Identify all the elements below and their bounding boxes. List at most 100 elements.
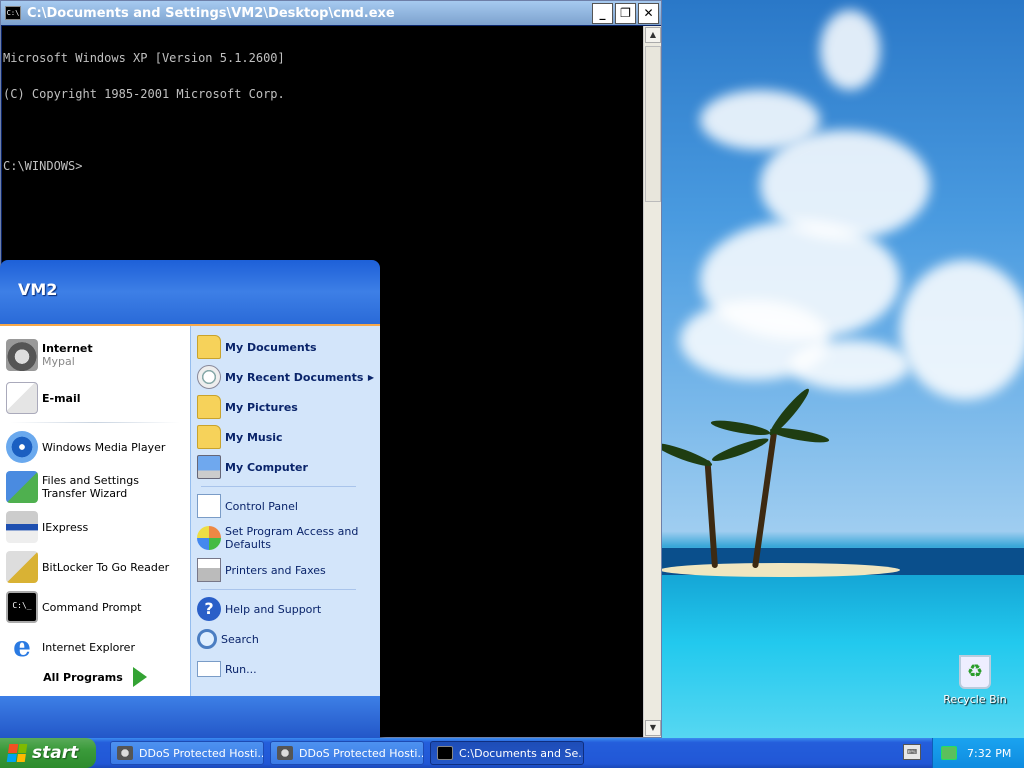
folder-icon: [197, 335, 221, 359]
iexpress-icon: [6, 511, 38, 543]
start-menu-header: VM2: [0, 260, 380, 324]
system-program-access[interactable]: Set Program Access and Defaults: [191, 521, 380, 555]
keyboard-icon[interactable]: ⌨: [903, 744, 921, 760]
pinned-item-internet[interactable]: Internet Mypal: [0, 332, 190, 378]
item-label: Search: [221, 632, 259, 646]
task-label: DDoS Protected Hosti...: [299, 746, 424, 760]
item-label: Printers and Faxes: [225, 563, 326, 577]
item-label: E-mail: [42, 391, 81, 405]
system-tray: 7:32 PM: [932, 738, 1024, 768]
island: [660, 563, 900, 577]
scroll-thumb[interactable]: [645, 46, 661, 202]
item-label: Run...: [225, 662, 257, 676]
palm-leaf: [653, 439, 714, 470]
palm-leaf: [710, 417, 771, 438]
recent-item-media-player[interactable]: Windows Media Player: [0, 427, 190, 467]
cmd-icon: [437, 746, 453, 760]
cloud: [790, 340, 910, 390]
arrow-right-icon: [132, 667, 147, 687]
clock[interactable]: 7:32 PM: [967, 747, 1011, 760]
recycle-bin-label: Recycle Bin: [943, 693, 1007, 706]
recent-item-transfer-wizard[interactable]: Files and Settings Transfer Wizard: [0, 467, 190, 507]
console-prompt: C:\WINDOWS>: [3, 159, 83, 173]
cmd-titlebar[interactable]: C:\ C:\Documents and Settings\VM2\Deskto…: [1, 1, 661, 25]
folder-icon: [197, 395, 221, 419]
start-menu-left: Internet Mypal E-mail Windows Media Playe…: [0, 326, 190, 696]
run-icon: [197, 661, 221, 677]
run-item[interactable]: Run...: [191, 654, 380, 684]
transfer-wizard-icon: [6, 471, 38, 503]
place-my-recent-documents[interactable]: My Recent Documents ▶: [191, 362, 380, 392]
help-and-support[interactable]: ? Help and Support: [191, 594, 380, 624]
place-my-documents[interactable]: My Documents: [191, 332, 380, 362]
item-label: Files and Settings Transfer Wizard: [42, 474, 139, 500]
separator: [201, 589, 356, 590]
cmd-icon: C:\_: [6, 591, 38, 623]
item-label: Internet Explorer: [42, 640, 135, 654]
recent-docs-icon: [197, 365, 221, 389]
taskbar-item-cmd[interactable]: C:\Documents and Se...: [430, 741, 584, 765]
recycle-bin[interactable]: Recycle Bin: [940, 655, 1010, 706]
console-line: Microsoft Windows XP [Version 5.1.2600]: [3, 51, 285, 65]
scroll-down-button[interactable]: ▼: [645, 720, 661, 736]
minimize-button[interactable]: _: [592, 2, 613, 24]
task-label: C:\Documents and Se...: [459, 746, 584, 760]
program-access-icon: [197, 526, 221, 550]
recent-item-iexpress[interactable]: IExpress: [0, 507, 190, 547]
media-player-icon: [6, 431, 38, 463]
raccoon-icon: [6, 339, 38, 371]
separator: [201, 486, 356, 487]
separator: [10, 422, 180, 423]
vertical-scrollbar[interactable]: ▲ ▼: [643, 26, 661, 737]
chevron-right-icon: ▶: [367, 372, 374, 382]
all-programs-label: All Programs: [43, 670, 123, 684]
item-label: Internet: [42, 342, 93, 355]
item-label: Windows Media Player: [42, 440, 166, 454]
recycle-bin-icon: [959, 655, 991, 689]
search-item[interactable]: Search: [191, 624, 380, 654]
help-icon: ?: [197, 597, 221, 621]
item-label: My Recent Documents: [225, 370, 364, 384]
taskbar-item[interactable]: DDoS Protected Hosti...: [270, 741, 424, 765]
item-label: My Documents: [225, 340, 317, 354]
network-icon[interactable]: [941, 746, 957, 760]
search-icon: [197, 629, 217, 649]
start-button[interactable]: start: [0, 738, 96, 768]
item-label: Help and Support: [225, 602, 322, 616]
raccoon-icon: [277, 746, 293, 760]
recent-item-internet-explorer[interactable]: e Internet Explorer: [0, 627, 190, 667]
system-control-panel[interactable]: Control Panel: [191, 491, 380, 521]
taskbar-item[interactable]: DDoS Protected Hosti...: [110, 741, 264, 765]
cloud: [900, 260, 1024, 400]
all-programs-button[interactable]: All Programs: [0, 662, 190, 692]
item-sublabel: Mypal: [42, 355, 75, 368]
close-button[interactable]: ✕: [638, 2, 659, 24]
bitlocker-icon: [6, 551, 38, 583]
recent-item-bitlocker[interactable]: BitLocker To Go Reader: [0, 547, 190, 587]
raccoon-icon: [117, 746, 133, 760]
item-label: My Computer: [225, 460, 308, 474]
user-name: VM2: [18, 280, 58, 299]
place-my-music[interactable]: My Music: [191, 422, 380, 452]
place-my-pictures[interactable]: My Pictures: [191, 392, 380, 422]
item-label: BitLocker To Go Reader: [42, 560, 170, 574]
item-label: Control Panel: [225, 499, 298, 513]
email-icon: [6, 382, 38, 414]
palm-leaf: [710, 434, 771, 465]
start-menu-footer: [0, 696, 380, 738]
taskbar: start DDoS Protected Hosti... DDoS Prote…: [0, 738, 1024, 768]
scroll-up-button[interactable]: ▲: [645, 27, 661, 43]
system-printers-faxes[interactable]: Printers and Faxes: [191, 555, 380, 585]
cmd-icon: C:\: [5, 6, 21, 20]
pinned-item-email[interactable]: E-mail: [0, 378, 190, 418]
item-label: My Pictures: [225, 400, 298, 414]
item-label: IExpress: [42, 520, 89, 534]
windows-flag-icon: [6, 744, 28, 762]
console-line: (C) Copyright 1985-2001 Microsoft Corp.: [3, 87, 285, 101]
place-my-computer[interactable]: My Computer: [191, 452, 380, 482]
restore-button[interactable]: ❐: [615, 2, 636, 24]
item-label: Command Prompt: [42, 600, 142, 614]
recent-item-command-prompt[interactable]: C:\_ Command Prompt: [0, 587, 190, 627]
cmd-title: C:\Documents and Settings\VM2\Desktop\cm…: [27, 5, 395, 21]
